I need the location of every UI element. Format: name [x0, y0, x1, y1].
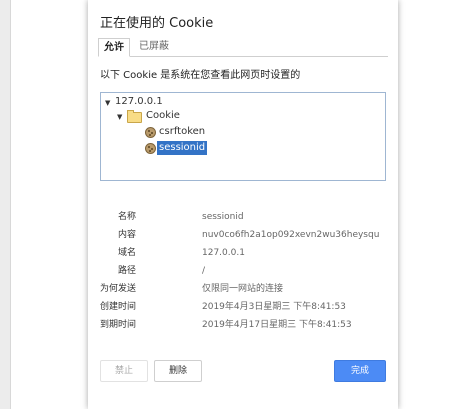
detail-value: 仅限同一网站的连接 [202, 284, 284, 294]
done-button[interactable]: 完成 [334, 360, 386, 382]
cookie-icon [145, 127, 156, 138]
detail-label: 域名 [117, 248, 136, 258]
detail-label: 创建时间 [99, 302, 136, 312]
tab-allowed[interactable]: 允许 [98, 38, 130, 57]
tab-blocked[interactable]: 已屏蔽 [134, 38, 174, 55]
detail-value: sessionid [202, 212, 244, 222]
tab-bar: 允许 已屏蔽 [98, 38, 388, 57]
detail-value: / [202, 266, 206, 276]
delete-button[interactable]: 删除 [154, 360, 202, 382]
detail-label: 路径 [117, 266, 136, 276]
dialog-title: 正在使用的 Cookie [100, 16, 214, 31]
expand-triangle-icon[interactable]: ▼ [117, 110, 122, 124]
detail-value: 127.0.0.1 [202, 248, 245, 258]
detail-label: 为何发送 [99, 284, 136, 294]
detail-label: 名称 [117, 212, 136, 222]
dialog-description: 以下 Cookie 是系统在您查看此网页时设置的 [100, 70, 301, 81]
cookies-dialog: 正在使用的 Cookie 允许 已屏蔽 以下 Cookie 是系统在您查看此网页… [88, 0, 398, 409]
folder-icon [127, 110, 142, 123]
tree-node-cookie-label: sessionid [157, 141, 208, 155]
cookie-icon [145, 143, 156, 154]
block-button: 禁止 [100, 360, 148, 382]
tree-node-cookie-label: csrftoken [159, 126, 206, 137]
cookie-tree[interactable]: ▼ 127.0.0.1 ▼ Cookie csrftoken sessionid [100, 92, 386, 181]
background-right [395, 0, 474, 409]
detail-value: nuv0co6fh2a1op092xevn2wu36heysqu [202, 230, 380, 240]
expand-triangle-icon[interactable]: ▼ [105, 96, 110, 110]
tree-node-folder-label: Cookie [146, 110, 180, 121]
tree-node-host-label: 127.0.0.1 [115, 96, 163, 107]
detail-label: 到期时间 [99, 320, 136, 330]
detail-label: 内容 [117, 230, 136, 240]
background-left [0, 0, 11, 409]
detail-value: 2019年4月3日星期三 下午8:41:53 [202, 302, 346, 312]
detail-value: 2019年4月17日星期三 下午8:41:53 [202, 320, 352, 330]
